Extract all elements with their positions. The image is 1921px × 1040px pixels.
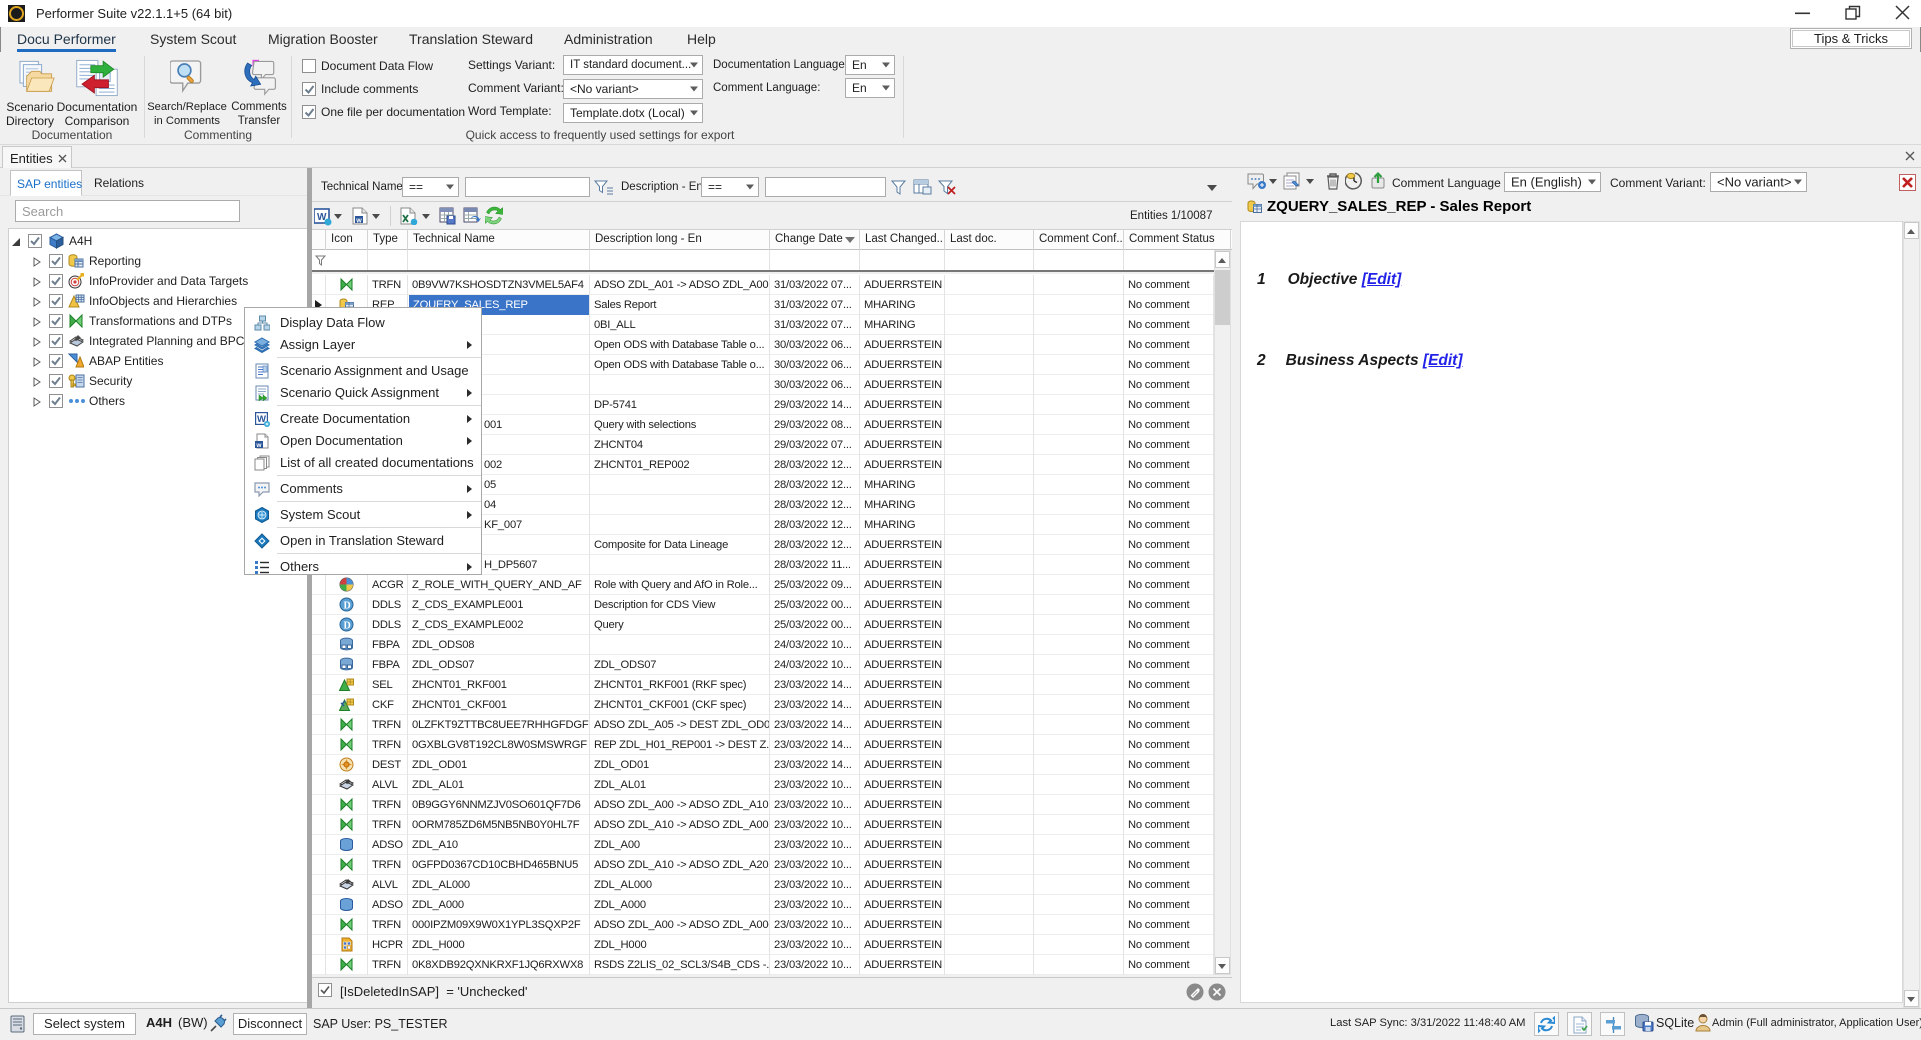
svg-text:D: D	[344, 621, 351, 632]
svg-text:w: w	[355, 218, 362, 225]
svg-text:w: w	[255, 442, 262, 449]
svg-text:D: D	[344, 601, 351, 612]
